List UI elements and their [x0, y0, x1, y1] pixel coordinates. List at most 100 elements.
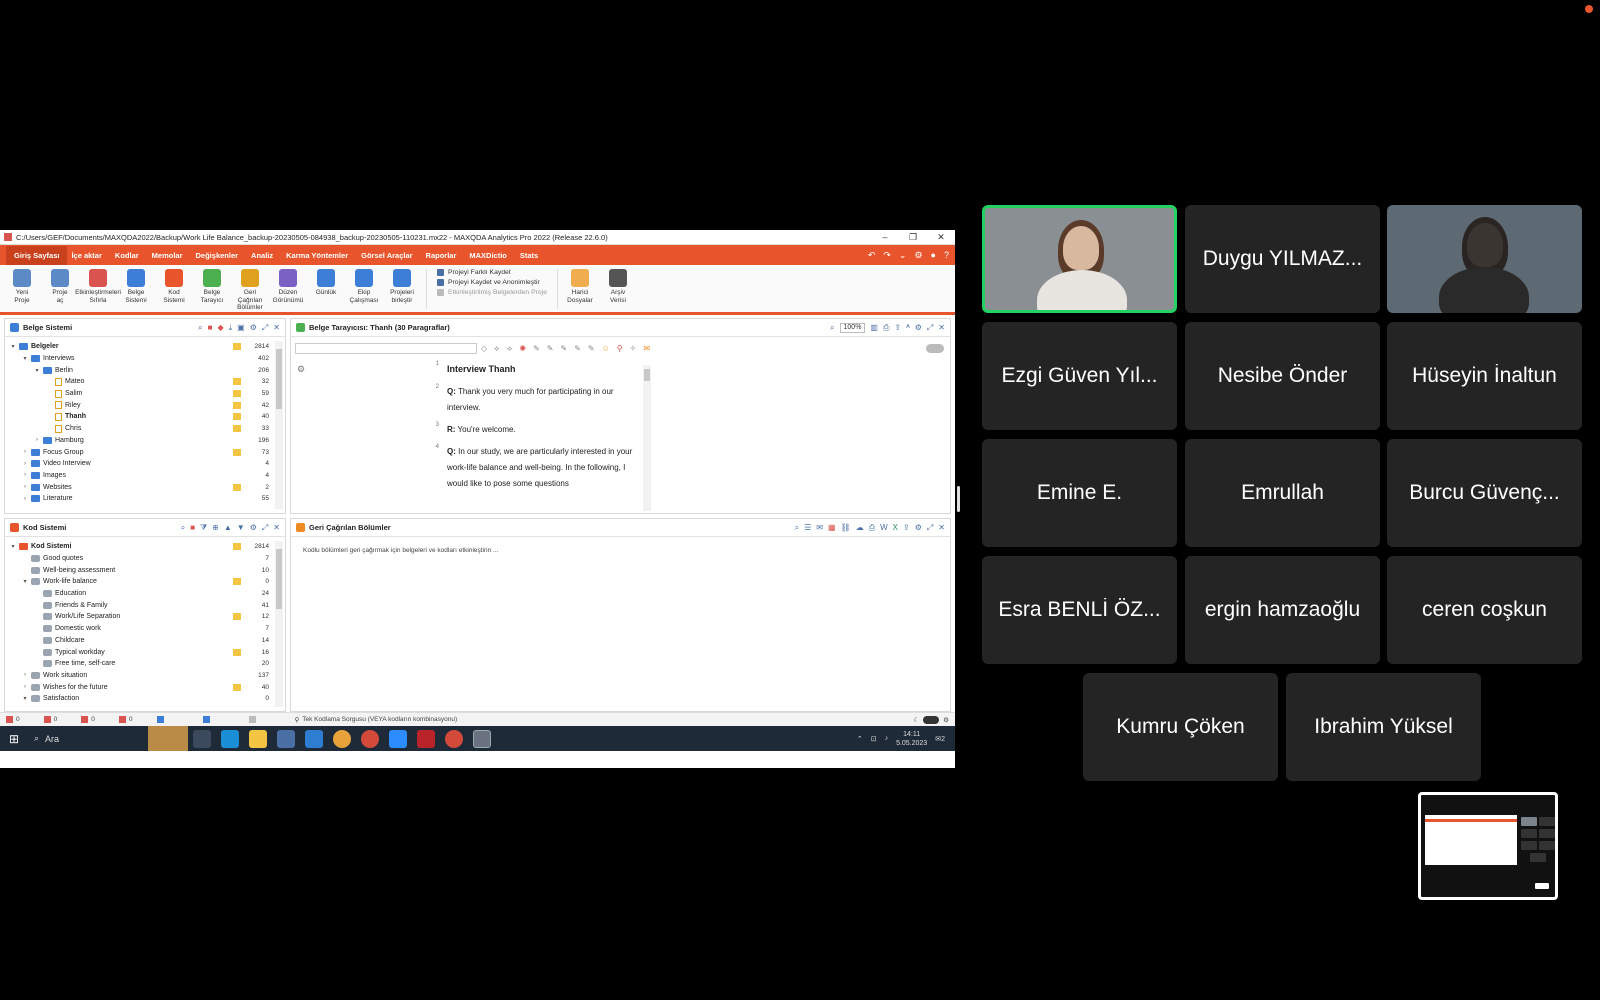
highlighter-icon[interactable]: ✎: [533, 344, 540, 354]
chevron-right-icon[interactable]: ›: [21, 461, 29, 467]
chevron-down-icon[interactable]: ⌄: [899, 250, 907, 261]
highlighter-icon[interactable]: ✎: [561, 344, 568, 354]
menu-item[interactable]: Değişkenler: [192, 251, 248, 260]
dark-mode-toggle[interactable]: ☾ ⚙: [913, 715, 955, 724]
chevron-down-icon[interactable]: ▾: [21, 695, 29, 702]
document-scrollbar[interactable]: [643, 365, 651, 511]
code-selector-dropdown[interactable]: [295, 343, 477, 354]
ribbon-button[interactable]: Projeleri birleştir: [384, 269, 420, 312]
edit-mode-toggle[interactable]: [926, 344, 944, 353]
taskbar-clock[interactable]: 14:11 5.05.2023: [896, 730, 927, 748]
document-paragraph[interactable]: 4 Q: In our study, we are particularly in…: [431, 444, 643, 492]
code-tree-row[interactable]: ▾ Work-life balance 0: [9, 576, 269, 588]
document-paragraph[interactable]: 1 Interview Thanh: [431, 361, 643, 378]
document-tree-row[interactable]: ▾ Berlin 206: [9, 364, 269, 376]
code-tree-row[interactable]: Free time, self-care 20: [9, 658, 269, 670]
taskbar-weather-widget[interactable]: [148, 726, 188, 751]
chevron-down-icon[interactable]: ▾: [33, 367, 41, 374]
settings-icon[interactable]: ⚙: [943, 716, 949, 724]
comment-icon[interactable]: ✉: [643, 344, 650, 354]
ribbon-button[interactable]: Günlük: [308, 269, 344, 312]
chrome-profile-icon[interactable]: [361, 729, 379, 748]
participant-tile[interactable]: Ibrahim Yüksel: [1286, 673, 1481, 781]
list-view-icon[interactable]: ☰: [804, 523, 811, 533]
split-resize-handle[interactable]: [957, 486, 960, 512]
layout-icon[interactable]: ▥: [870, 323, 878, 333]
chevron-right-icon[interactable]: ›: [21, 449, 29, 455]
scrollbar-thumb[interactable]: [276, 349, 282, 409]
document-tree-row[interactable]: › Focus Group 73: [9, 446, 269, 458]
export-icon[interactable]: ⇪: [894, 323, 901, 333]
memo-icon[interactable]: [233, 425, 241, 433]
save-anonymize-button[interactable]: Projeyi Kaydet ve Anonimleştir: [437, 279, 547, 286]
participant-tile[interactable]: Ezgi Güven Yıl...: [982, 322, 1177, 430]
save-as-button[interactable]: Projeyi Farklı Kaydet: [437, 269, 547, 276]
filter-icon[interactable]: ⧩: [200, 523, 207, 533]
cloud-icon[interactable]: ☁: [856, 523, 864, 533]
code-icon[interactable]: ◇: [481, 344, 487, 354]
acrobat-icon[interactable]: [417, 729, 435, 748]
menu-item[interactable]: Memolar: [148, 251, 192, 260]
ribbon-button[interactable]: Belge Tarayıcı: [194, 269, 230, 312]
network-icon[interactable]: ⊡: [871, 735, 877, 743]
search-icon[interactable]: ⌕: [181, 523, 185, 533]
expand-icon[interactable]: ⤢: [927, 523, 933, 533]
import-icon[interactable]: ⤓: [229, 323, 233, 333]
menu-item[interactable]: Giriş Sayfası: [6, 245, 68, 265]
participant-tile[interactable]: Burcu Güvenç...: [1387, 439, 1582, 547]
document-tree-row[interactable]: ▾ Interviews 402: [9, 353, 269, 365]
menu-item[interactable]: Analiz: [247, 251, 282, 260]
document-tree-row[interactable]: Salim 59: [9, 388, 269, 400]
status-activated-docs[interactable]: 0: [6, 716, 20, 723]
menu-item[interactable]: İçe aktar: [67, 251, 110, 260]
document-tree-row[interactable]: Mateo 32: [9, 376, 269, 388]
code-tree-row[interactable]: ▾ Satisfaction 0: [9, 693, 269, 705]
spellcheck-icon[interactable]: ᴬ: [906, 323, 910, 333]
code-tree-row[interactable]: Friends & Family 41: [9, 599, 269, 611]
ribbon-button[interactable]: Belge Sistemi: [118, 269, 154, 312]
chevron-down-icon[interactable]: ▾: [9, 343, 17, 350]
chevron-right-icon[interactable]: ›: [33, 437, 41, 443]
project-from-docs-button[interactable]: Etkinleştirilmiş Belgelerden Proje: [437, 289, 547, 296]
new-code-icon[interactable]: ⊕: [212, 523, 219, 533]
tray-chevron-icon[interactable]: ⌃: [857, 735, 863, 743]
zoom-select[interactable]: 100%: [839, 322, 866, 333]
memo-icon[interactable]: [233, 390, 241, 398]
gear-icon[interactable]: ⚙: [915, 323, 922, 333]
gear-icon[interactable]: ⚙: [250, 323, 257, 333]
close-icon[interactable]: ✕: [938, 323, 945, 333]
ribbon-button[interactable]: Harici Dosyalar: [562, 269, 598, 304]
memo-icon[interactable]: [233, 648, 241, 656]
gear-icon[interactable]: ⚙: [297, 364, 305, 375]
export-icon[interactable]: ⇪: [903, 523, 910, 533]
gear-icon[interactable]: ⚙: [914, 250, 922, 261]
document-tree-scrollbar[interactable]: [275, 341, 283, 509]
code-tree-scrollbar[interactable]: [275, 541, 283, 707]
file-explorer-icon[interactable]: [249, 729, 267, 748]
self-view-thumbnail[interactable]: [1418, 792, 1558, 900]
chrome-icon[interactable]: [333, 729, 351, 748]
status-weights[interactable]: 0: [118, 716, 133, 723]
memo-icon[interactable]: [233, 413, 241, 421]
document-tree-row[interactable]: › Video Interview 4: [9, 458, 269, 470]
ribbon-button[interactable]: Geri Çağrılan Bölümler: [232, 269, 268, 312]
close-icon[interactable]: ✕: [938, 523, 945, 533]
document-tree-row[interactable]: ▾ Belgeler 2814: [9, 341, 269, 353]
menu-item[interactable]: Stats: [516, 251, 547, 260]
document-tree-row[interactable]: Thanh 40: [9, 411, 269, 423]
delete-code-icon[interactable]: ■: [190, 523, 195, 533]
restore-icon[interactable]: ❐: [899, 232, 927, 243]
print-icon[interactable]: ⎙: [869, 523, 875, 533]
ribbon-button[interactable]: Düzen Görünümü: [270, 269, 306, 312]
participant-tile[interactable]: Emine E.: [982, 439, 1177, 547]
memo-icon[interactable]: [233, 401, 241, 409]
search-icon[interactable]: ⌕: [830, 323, 834, 333]
ribbon-button[interactable]: Yeni Proje: [4, 269, 40, 312]
gear-icon[interactable]: ⚙: [915, 523, 922, 533]
search-icon[interactable]: ⌕: [795, 523, 799, 533]
help-icon[interactable]: ?: [944, 250, 949, 261]
gear-icon[interactable]: ⚙: [250, 523, 257, 533]
ribbon-button[interactable]: Etkinleştirmeleri Sıfırla: [75, 269, 121, 312]
highlighter-icon[interactable]: ✎: [574, 344, 581, 354]
windows-start-icon[interactable]: ⊞: [0, 732, 28, 746]
